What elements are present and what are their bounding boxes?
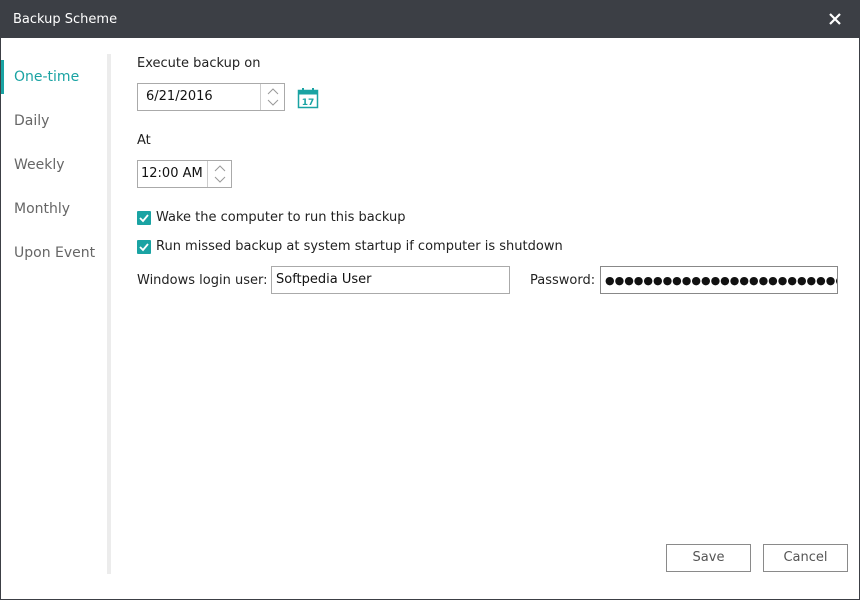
date-value: 6/21/2016 [146, 89, 213, 104]
password-value: ●●●●●●●●●●●●●●●●●●●●●●●●● [605, 274, 838, 287]
title-bar: Backup Scheme [1, 1, 859, 38]
wake-computer-label[interactable]: Wake the computer to run this backup [156, 210, 405, 225]
wake-computer-checkbox[interactable] [137, 211, 151, 225]
checkmark-icon [139, 214, 149, 223]
chevron-down-icon[interactable] [267, 98, 279, 108]
calendar-icon[interactable]: 17 [297, 87, 319, 109]
checkmark-icon [139, 243, 149, 252]
login-user-value: Softpedia User [276, 272, 372, 287]
sidebar-item-one-time[interactable]: One-time [1, 60, 105, 94]
save-button[interactable]: Save [666, 544, 751, 572]
execute-backup-label: Execute backup on [137, 56, 261, 71]
at-label: At [137, 133, 151, 148]
password-label: Password: [530, 273, 596, 288]
chevron-up-icon[interactable] [267, 86, 279, 96]
chevron-down-icon[interactable] [214, 175, 226, 185]
login-user-label: Windows login user: [137, 273, 268, 288]
backup-scheme-dialog: Backup Scheme One-time Daily Weekly Mont… [0, 0, 860, 600]
time-value: 12:00 AM [141, 166, 203, 181]
cancel-button[interactable]: Cancel [763, 544, 848, 572]
date-picker[interactable]: 6/21/2016 [137, 83, 285, 111]
login-user-input[interactable]: Softpedia User [271, 266, 510, 294]
sidebar-item-weekly[interactable]: Weekly [1, 148, 105, 182]
password-input[interactable]: ●●●●●●●●●●●●●●●●●●●●●●●●● [600, 266, 838, 294]
calendar-day: 17 [302, 98, 315, 108]
run-missed-checkbox[interactable] [137, 240, 151, 254]
schedule-type-sidebar: One-time Daily Weekly Monthly Upon Event [1, 38, 113, 574]
time-spinner [207, 161, 231, 187]
chevron-up-icon[interactable] [214, 163, 226, 173]
sidebar-item-monthly[interactable]: Monthly [1, 192, 105, 226]
time-picker[interactable]: 12:00 AM [137, 160, 232, 188]
sidebar-item-daily[interactable]: Daily [1, 104, 105, 138]
sidebar-item-upon-event[interactable]: Upon Event [1, 236, 105, 270]
close-icon[interactable] [825, 9, 845, 29]
date-spinner [260, 84, 284, 110]
sidebar-divider [107, 54, 111, 574]
window-title: Backup Scheme [13, 12, 118, 27]
run-missed-label[interactable]: Run missed backup at system startup if c… [156, 239, 563, 254]
